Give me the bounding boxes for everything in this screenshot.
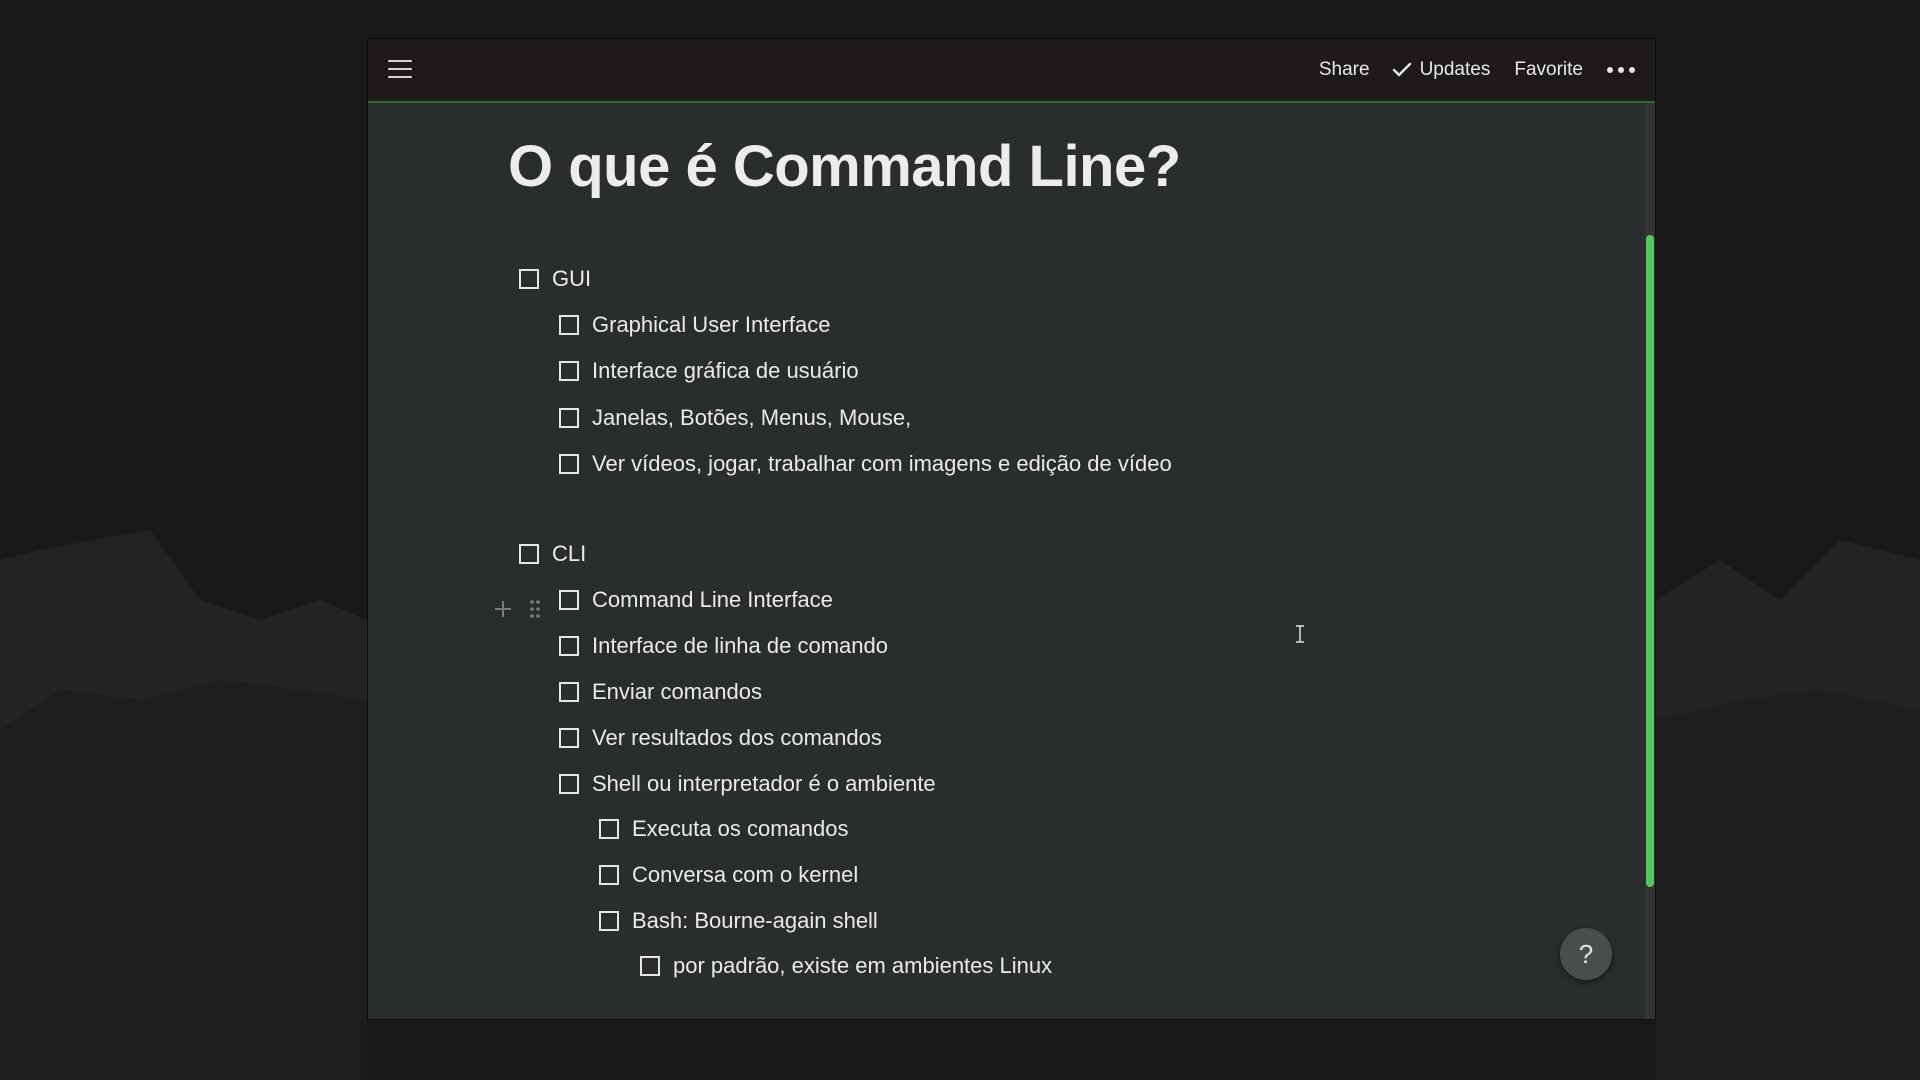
todo-item: Bash: Bourne-again shell bbox=[599, 905, 878, 937]
text-cursor-icon bbox=[1296, 625, 1304, 643]
todo-text[interactable]: Graphical User Interface bbox=[592, 312, 830, 338]
todo-checkbox[interactable] bbox=[599, 819, 619, 839]
todo-text[interactable]: Janelas, Botões, Menus, Mouse, bbox=[592, 405, 911, 431]
todo-text[interactable]: CLI bbox=[552, 541, 586, 567]
todo-checkbox[interactable] bbox=[519, 269, 539, 289]
todo-text[interactable]: Enviar comandos bbox=[592, 679, 762, 705]
todo-text[interactable]: Shell ou interpretador é o ambiente bbox=[592, 771, 936, 797]
todo-checkbox[interactable] bbox=[599, 911, 619, 931]
todo-checkbox[interactable] bbox=[559, 636, 579, 656]
todo-checkbox[interactable] bbox=[559, 361, 579, 381]
todo-checkbox[interactable] bbox=[640, 956, 660, 976]
todo-text[interactable]: Bash: Bourne-again shell bbox=[632, 908, 878, 934]
page-title[interactable]: O que é Command Line? bbox=[508, 133, 1181, 200]
share-button[interactable]: Share bbox=[1319, 59, 1370, 81]
todo-item: Executa os comandos bbox=[599, 813, 848, 845]
todo-checkbox[interactable] bbox=[599, 865, 619, 885]
todo-text[interactable]: por padrão, existe em ambientes Linux bbox=[673, 953, 1052, 979]
todo-checkbox[interactable] bbox=[559, 454, 579, 474]
help-button[interactable]: ? bbox=[1560, 928, 1612, 980]
todo-item: CLI bbox=[519, 538, 586, 570]
todo-item: Ver vídeos, jogar, trabalhar com imagens… bbox=[559, 448, 1172, 480]
todo-item: Interface de linha de comando bbox=[559, 630, 888, 662]
todo-checkbox[interactable] bbox=[559, 728, 579, 748]
todo-checkbox[interactable] bbox=[559, 682, 579, 702]
todo-text[interactable]: Conversa com o kernel bbox=[632, 862, 858, 888]
todo-item: Enviar comandos bbox=[559, 676, 762, 708]
todo-checkbox[interactable] bbox=[519, 544, 539, 564]
hamburger-menu-icon[interactable] bbox=[388, 60, 412, 80]
todo-text[interactable]: Ver resultados dos comandos bbox=[592, 725, 882, 751]
todo-item: Interface gráfica de usuário bbox=[559, 355, 859, 387]
topbar-actions: Share Updates Favorite bbox=[1319, 39, 1635, 101]
todo-item: Ver resultados dos comandos bbox=[559, 722, 882, 754]
todo-checkbox[interactable] bbox=[559, 590, 579, 610]
todo-item: Command Line Interface bbox=[559, 584, 833, 616]
todo-text[interactable]: GUI bbox=[552, 266, 591, 292]
add-block-plus-icon[interactable] bbox=[493, 599, 513, 619]
todo-item: Janelas, Botões, Menus, Mouse, bbox=[559, 402, 911, 434]
scrollbar-track[interactable] bbox=[1645, 103, 1655, 1019]
todo-item: Shell ou interpretador é o ambiente bbox=[559, 768, 936, 800]
more-options-ellipsis-icon[interactable] bbox=[1607, 60, 1635, 80]
todo-item: Graphical User Interface bbox=[559, 309, 830, 341]
updates-label: Updates bbox=[1419, 59, 1491, 80]
todo-checkbox[interactable] bbox=[559, 315, 579, 335]
todo-item: Conversa com o kernel bbox=[599, 859, 858, 891]
top-bar: Share Updates Favorite bbox=[368, 39, 1655, 103]
todo-checkbox[interactable] bbox=[559, 774, 579, 794]
todo-text[interactable]: Interface gráfica de usuário bbox=[592, 358, 859, 384]
updates-button[interactable]: Updates bbox=[1392, 59, 1491, 81]
todo-item: GUI bbox=[519, 263, 591, 295]
drag-handle-icon[interactable] bbox=[528, 599, 542, 619]
todo-text[interactable]: Interface de linha de comando bbox=[592, 633, 888, 659]
notion-page-window: Share Updates Favorite O que é Command L… bbox=[367, 38, 1656, 1020]
todo-text[interactable]: Ver vídeos, jogar, trabalhar com imagens… bbox=[592, 451, 1172, 477]
checkmark-icon bbox=[1392, 62, 1411, 77]
scrollbar-thumb[interactable] bbox=[1646, 235, 1654, 887]
todo-text[interactable]: Executa os comandos bbox=[632, 816, 848, 842]
todo-checkbox[interactable] bbox=[559, 408, 579, 428]
todo-text[interactable]: Command Line Interface bbox=[592, 587, 833, 613]
favorite-button[interactable]: Favorite bbox=[1514, 59, 1583, 81]
todo-item: por padrão, existe em ambientes Linux bbox=[640, 950, 1052, 982]
